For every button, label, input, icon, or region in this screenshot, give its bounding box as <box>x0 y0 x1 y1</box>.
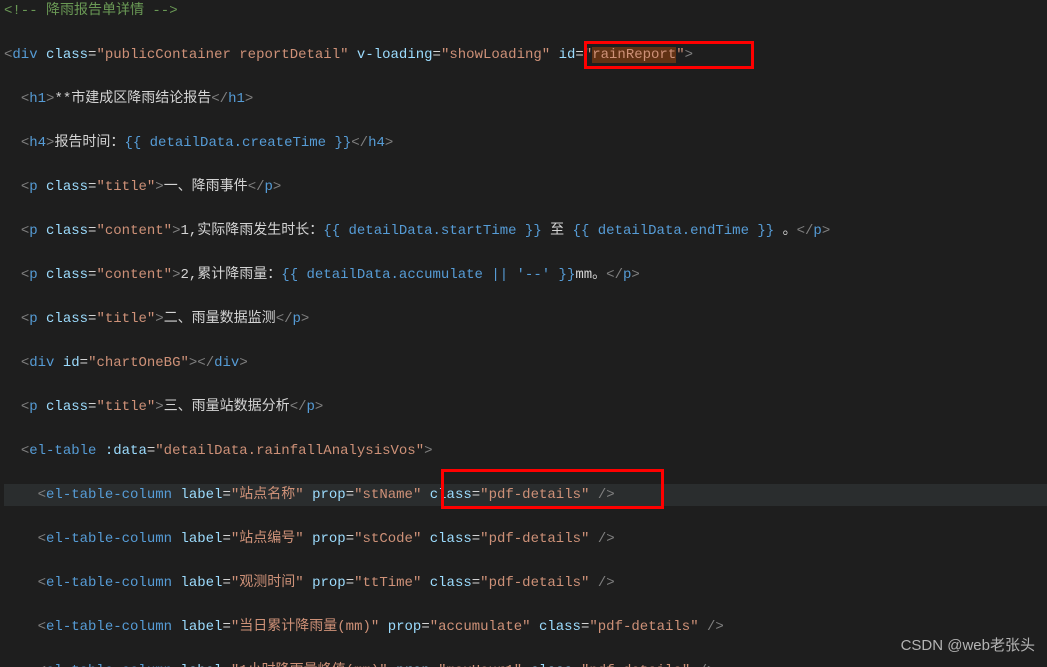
code-editor[interactable]: <!-- 降雨报告单详情 --> <div class="publicConta… <box>0 0 1047 667</box>
highlighted-id-value: rainReport <box>592 47 676 63</box>
code-comment: <!-- 降雨报告单详情 --> <box>4 3 178 19</box>
